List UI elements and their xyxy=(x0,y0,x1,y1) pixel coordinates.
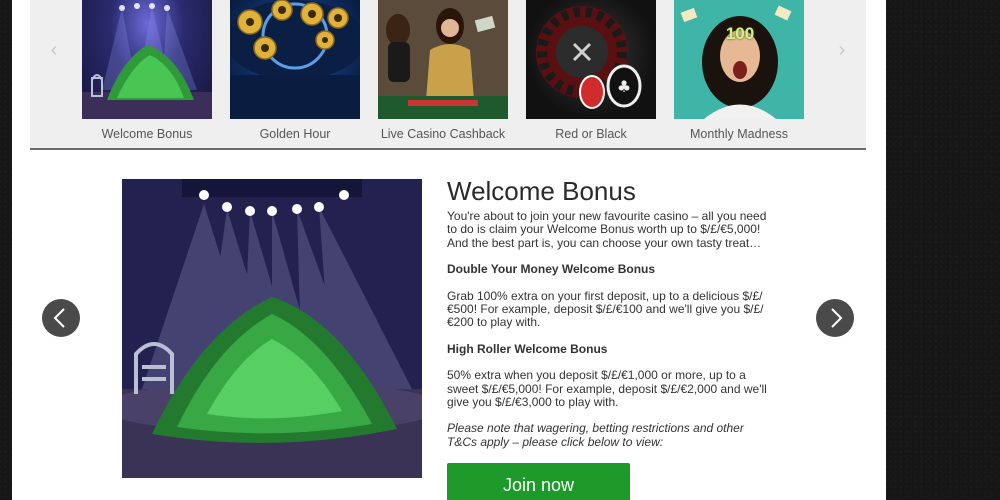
thumb-caption: Live Casino Cashback xyxy=(380,127,506,141)
live-casino-cashback-thumbnail xyxy=(378,0,508,119)
golden-hour-thumbnail xyxy=(230,0,360,119)
welcome-bonus-thumbnail xyxy=(82,0,212,119)
thumb-image-text: 100 xyxy=(725,24,755,43)
monthly-madness-thumbnail: 100 xyxy=(674,0,804,119)
thumb-monthly-madness[interactable]: 100 Monthly Madness xyxy=(674,0,804,141)
feature-content: Welcome Bonus You're about to join your … xyxy=(447,176,777,500)
welcome-bonus-hero-image xyxy=(122,179,422,478)
chevron-left-icon xyxy=(53,308,65,328)
thumb-live-casino-cashback[interactable]: Live Casino Cashback xyxy=(378,0,508,141)
thumb-caption: Monthly Madness xyxy=(690,127,788,141)
section1-heading: Double Your Money Welcome Bonus xyxy=(447,262,656,277)
feature-prev-button[interactable] xyxy=(42,299,80,337)
join-now-button[interactable]: Join now xyxy=(447,463,630,500)
thumb-golden-hour[interactable]: Golden Hour xyxy=(230,0,360,141)
thumb-welcome-bonus[interactable]: Welcome Bonus xyxy=(82,0,212,141)
section1-text: Grab 100% extra on your first deposit, u… xyxy=(447,288,764,330)
thumb-red-or-black[interactable]: ♣ Red or Black xyxy=(526,0,656,141)
svg-text:♣: ♣ xyxy=(617,77,631,96)
feature-title: Welcome Bonus xyxy=(447,176,636,206)
feature-next-button[interactable] xyxy=(816,299,854,337)
thumb-caption: Golden Hour xyxy=(259,127,331,141)
promotions-carousel-strip: ‹ Welcome Bonus Golden Hour Live Casino … xyxy=(30,0,866,150)
promotions-page: ‹ Welcome Bonus Golden Hour Live Casino … xyxy=(12,0,886,500)
chevron-right-icon xyxy=(831,308,843,328)
section2-heading: High Roller Welcome Bonus xyxy=(447,341,608,356)
red-or-black-thumbnail: ♣ xyxy=(526,0,656,119)
feature-intro: You're about to join your new favourite … xyxy=(447,209,767,250)
thumb-caption: Welcome Bonus xyxy=(101,127,193,141)
section2-text: 50% extra when you deposit $/£/€1,000 or… xyxy=(447,368,767,410)
strip-prev-arrow[interactable]: ‹ xyxy=(44,38,64,62)
terms-note: Please note that wagering, betting restr… xyxy=(447,421,744,449)
thumb-caption: Red or Black xyxy=(555,127,627,141)
chevron-left-icon: ‹ xyxy=(50,39,58,61)
strip-next-arrow[interactable]: › xyxy=(832,38,852,62)
chevron-right-icon: › xyxy=(838,39,846,61)
